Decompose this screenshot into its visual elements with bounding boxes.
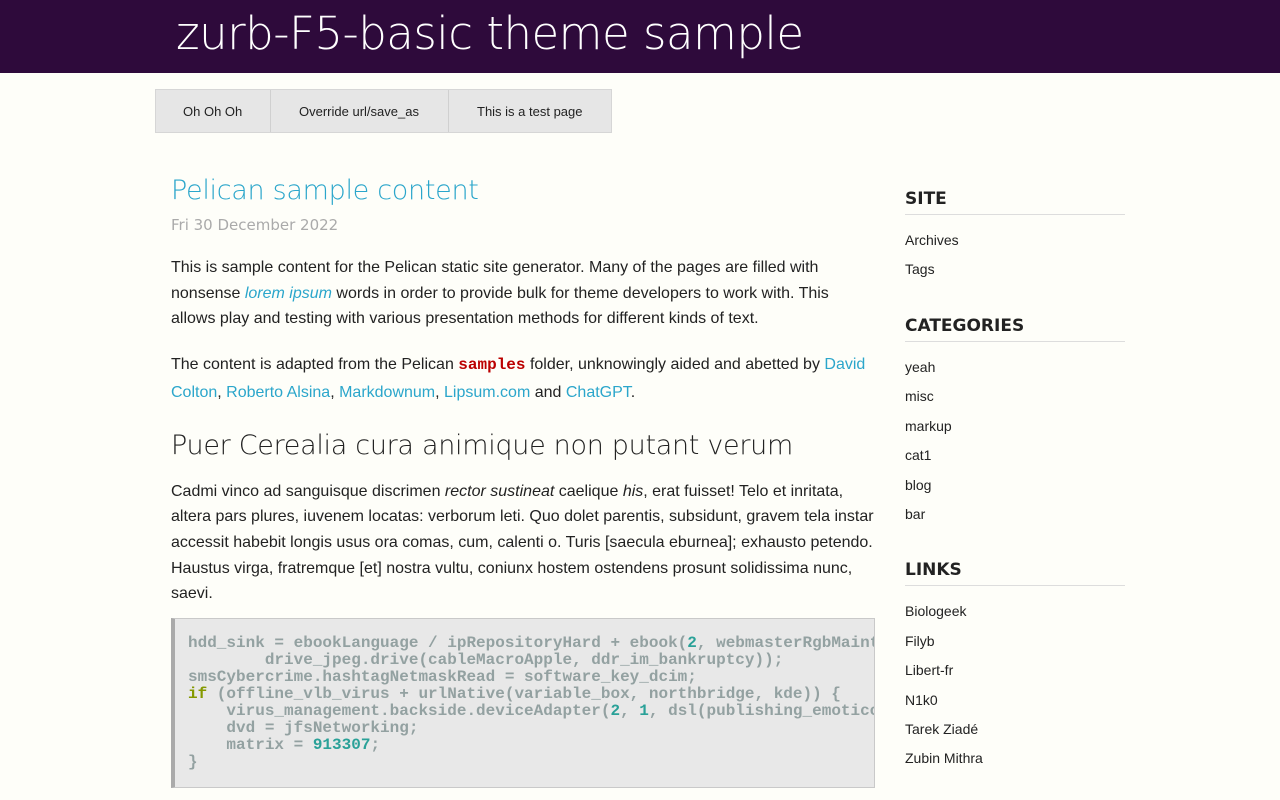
sidebar-category-bar[interactable]: bar	[905, 505, 925, 523]
sidebar-category-cat1[interactable]: cat1	[905, 446, 931, 464]
article-date: Fri 30 December 2022	[171, 216, 339, 234]
sidebar-heading-links: LINKS	[905, 560, 1125, 586]
sidebar-category-blog[interactable]: blog	[905, 476, 931, 494]
top-nav: Oh Oh Oh Override url/save_as This is a …	[155, 89, 612, 133]
code-block: hdd_sink = ebookLanguage / ipRepositoryH…	[171, 618, 875, 788]
paragraph-credits: The content is adapted from the Pelican …	[171, 355, 866, 401]
nav-item-test-page[interactable]: This is a test page	[449, 90, 611, 132]
sidebar-heading-site: SITE	[905, 189, 1125, 215]
nav-item-override-url[interactable]: Override url/save_as	[271, 90, 449, 132]
markdownum-link[interactable]: Markdownum	[339, 384, 435, 401]
sidebar-link-tags[interactable]: Tags	[905, 260, 935, 278]
sidebar-link-zubin-mithra[interactable]: Zubin Mithra	[905, 749, 983, 767]
sidebar-link-n1k0[interactable]: N1k0	[905, 691, 938, 709]
paragraph-latin: Cadmi vinco ad sanguisque discrimen rect…	[171, 482, 874, 603]
sidebar-link-biologeek[interactable]: Biologeek	[905, 602, 967, 620]
chatgpt-link[interactable]: ChatGPT	[566, 384, 631, 401]
sidebar-heading-categories: CATEGORIES	[905, 316, 1125, 342]
section-heading: Puer Cerealia cura animique non putant v…	[171, 429, 793, 461]
sidebar-link-filyb[interactable]: Filyb	[905, 632, 935, 650]
sidebar-link-libert-fr[interactable]: Libert-fr	[905, 661, 953, 679]
lipsum-link[interactable]: Lipsum.com	[444, 384, 530, 401]
roberto-alsina-link[interactable]: Roberto Alsina	[226, 384, 330, 401]
site-title[interactable]: zurb-F5-basic theme sample	[176, 6, 804, 62]
samples-code: samples	[458, 355, 526, 374]
code-listing: hdd_sink = ebookLanguage / ipRepositoryH…	[188, 634, 875, 771]
sidebar-category-markup[interactable]: markup	[905, 417, 952, 435]
sidebar-category-yeah[interactable]: yeah	[905, 358, 935, 376]
sidebar-category-misc[interactable]: misc	[905, 387, 934, 405]
sidebar-link-archives[interactable]: Archives	[905, 231, 959, 249]
paragraph-intro: This is sample content for the Pelican s…	[171, 259, 829, 328]
article-title[interactable]: Pelican sample content	[171, 172, 876, 210]
sidebar-link-tarek-ziade[interactable]: Tarek Ziadé	[905, 720, 978, 738]
header-bar: zurb-F5-basic theme sample	[0, 0, 1280, 73]
nav-item-oh-oh-oh[interactable]: Oh Oh Oh	[156, 90, 271, 132]
article: Pelican sample content Fri 30 December 2…	[171, 172, 876, 607]
lorem-ipsum-link[interactable]: lorem ipsum	[245, 285, 332, 302]
